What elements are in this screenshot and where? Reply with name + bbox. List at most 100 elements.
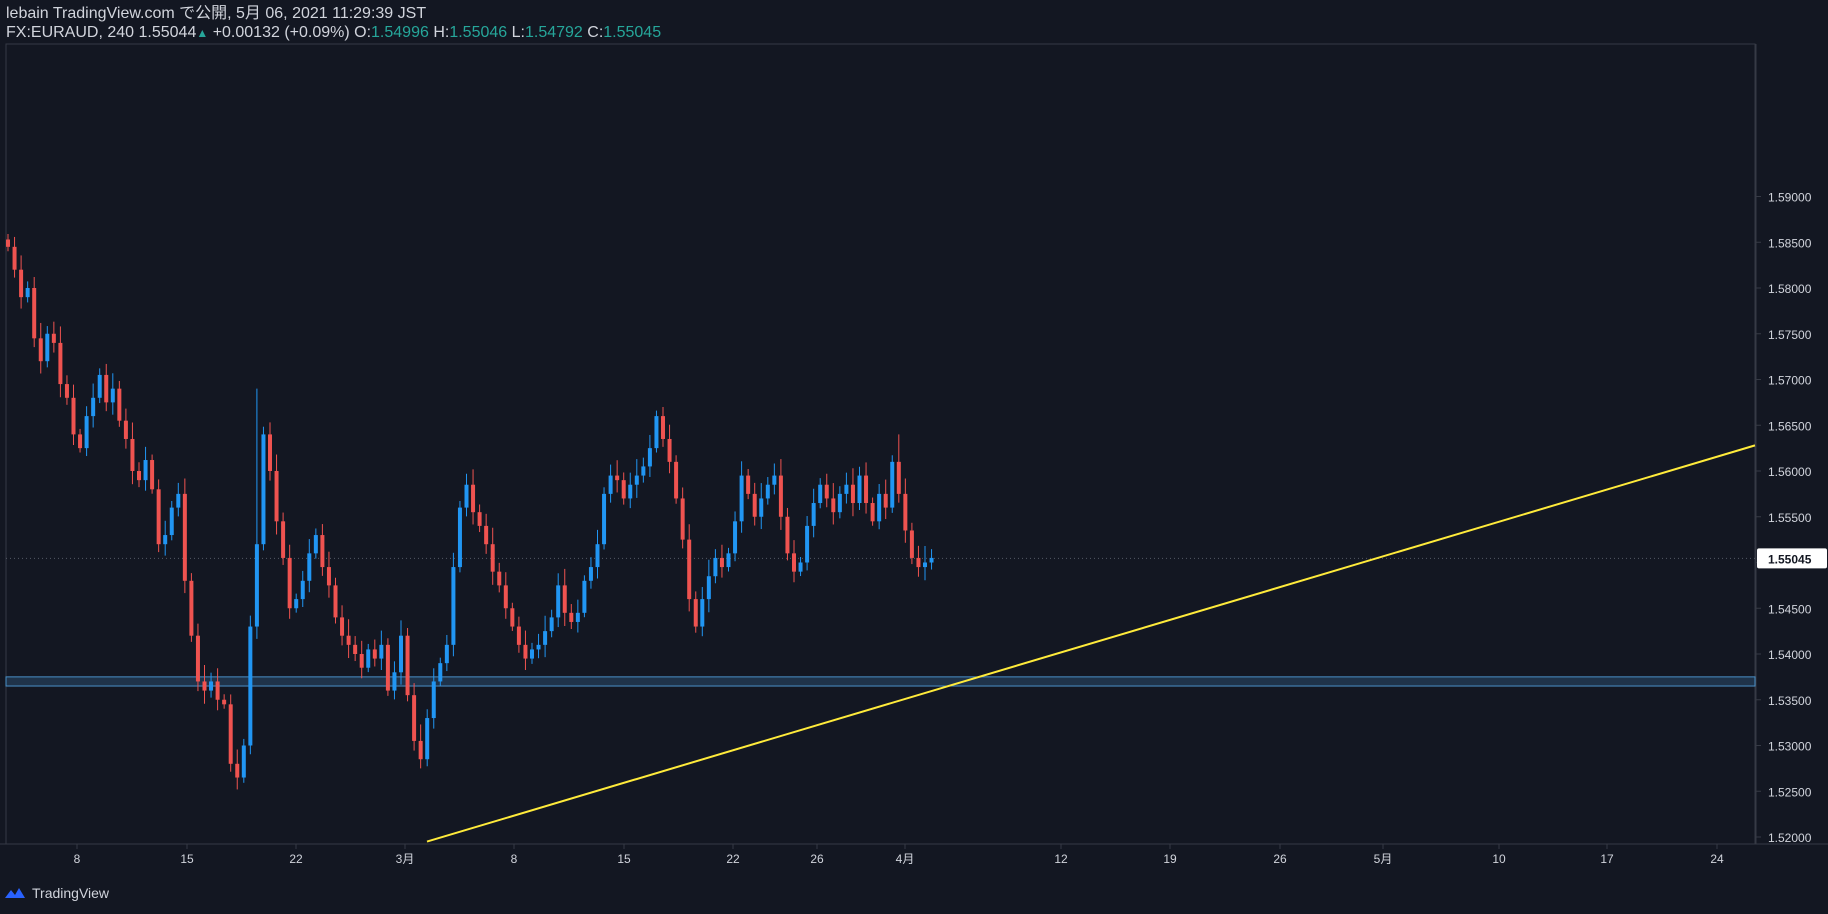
candle-body — [667, 438, 672, 462]
candle-body — [700, 599, 705, 627]
candle-body — [156, 489, 161, 545]
candle-body — [726, 553, 731, 568]
candle-body — [556, 585, 561, 618]
candle-body — [143, 460, 148, 481]
candle-body — [890, 461, 895, 508]
candle-body — [909, 530, 914, 558]
candle-body — [523, 644, 528, 659]
candle-body — [32, 288, 37, 339]
candle-body — [765, 484, 770, 499]
candle-body — [818, 484, 823, 504]
candle-body — [366, 649, 371, 668]
time-tick-label: 15 — [617, 852, 631, 866]
time-tick-label: 17 — [1600, 852, 1614, 866]
candle-body — [333, 585, 338, 618]
candle-body — [326, 567, 331, 586]
candle-body — [313, 535, 318, 554]
time-tick-label: 22 — [726, 852, 740, 866]
time-tick-label: 12 — [1054, 852, 1068, 866]
candle-body — [713, 557, 718, 577]
candle-body — [464, 484, 469, 508]
brand-label: TradingView — [32, 885, 110, 901]
candle-body — [510, 608, 515, 627]
candle-body — [634, 475, 639, 485]
candle-body — [241, 745, 246, 778]
candle-body — [549, 617, 554, 632]
candle-body — [582, 580, 587, 613]
price-tick-label: 1.59000 — [1768, 191, 1812, 205]
candle-body — [497, 571, 502, 586]
candle-body — [595, 544, 600, 568]
candle-body — [628, 484, 633, 499]
candle-body — [746, 475, 751, 494]
candle-body — [444, 644, 449, 664]
candle-body — [641, 466, 646, 476]
candle-body — [615, 475, 620, 481]
candle-body — [608, 475, 613, 494]
candle-body — [647, 448, 652, 467]
candle-body — [19, 269, 24, 298]
candle-body — [418, 740, 423, 760]
candle-body — [359, 654, 364, 668]
candle-body — [405, 635, 410, 696]
candle-body — [562, 585, 567, 613]
candle-body — [654, 416, 659, 449]
price-tick-label: 1.54500 — [1768, 602, 1812, 616]
trend-line — [426, 444, 1756, 843]
price-tick-label: 1.52000 — [1768, 831, 1812, 845]
candle-body — [490, 544, 495, 572]
candle-body — [693, 599, 698, 627]
candle-body — [451, 567, 456, 645]
candle-body — [824, 484, 829, 499]
candle-body — [104, 374, 109, 403]
candle-body — [235, 763, 240, 778]
candle-body — [281, 521, 286, 558]
candle-body — [150, 460, 155, 490]
candle-body — [674, 461, 679, 499]
candle-body — [896, 461, 901, 494]
candle-body — [752, 493, 757, 517]
candle-body — [182, 493, 187, 581]
candle-body — [340, 617, 345, 636]
candle-body — [923, 562, 927, 568]
time-tick-label: 26 — [1273, 852, 1287, 866]
candle-body — [137, 471, 141, 481]
candle-body — [503, 585, 508, 609]
candle-body — [837, 493, 842, 513]
candle-body — [811, 503, 816, 526]
candle-body — [392, 672, 397, 691]
candle-body — [268, 434, 272, 471]
time-tick-label: 22 — [289, 852, 303, 866]
price-tick-label: 1.56500 — [1768, 419, 1812, 433]
time-tick-label: 5月 — [1374, 852, 1393, 866]
candle-body — [372, 649, 377, 659]
candle-body — [215, 681, 220, 700]
candle-body — [621, 480, 626, 499]
price-tick-label: 1.58500 — [1768, 236, 1812, 250]
candle-body — [680, 498, 685, 540]
candle-body — [857, 475, 862, 504]
candle-body — [189, 580, 194, 636]
candle-body — [117, 388, 122, 421]
candle-body — [530, 649, 534, 659]
chart-area[interactable]: 1.52000 1.52500 1.53000 1.53500 1.54000 1.545… — [0, 0, 1828, 909]
candle-body — [543, 631, 548, 645]
candle-body — [536, 644, 541, 650]
candle-body — [903, 493, 908, 531]
candle-body — [97, 374, 102, 398]
candle-body — [130, 438, 135, 471]
price-tick-label: 1.53500 — [1768, 694, 1812, 708]
candle-body — [805, 525, 810, 563]
candle-body — [870, 503, 875, 522]
price-chart[interactable]: 1.52000 1.52500 1.53000 1.53500 1.54000 1.545… — [0, 0, 1828, 909]
candle-body — [516, 626, 521, 645]
candle-body — [163, 535, 168, 545]
candle-body — [588, 567, 593, 581]
candle-body — [254, 544, 259, 627]
price-tick-label: 1.55500 — [1768, 511, 1812, 525]
time-tick-label: 4月 — [896, 852, 915, 866]
candle-body — [457, 507, 462, 568]
footer-brand[interactable]: TradingView — [4, 885, 109, 901]
candle-body — [602, 493, 607, 545]
candle-body — [785, 516, 790, 554]
